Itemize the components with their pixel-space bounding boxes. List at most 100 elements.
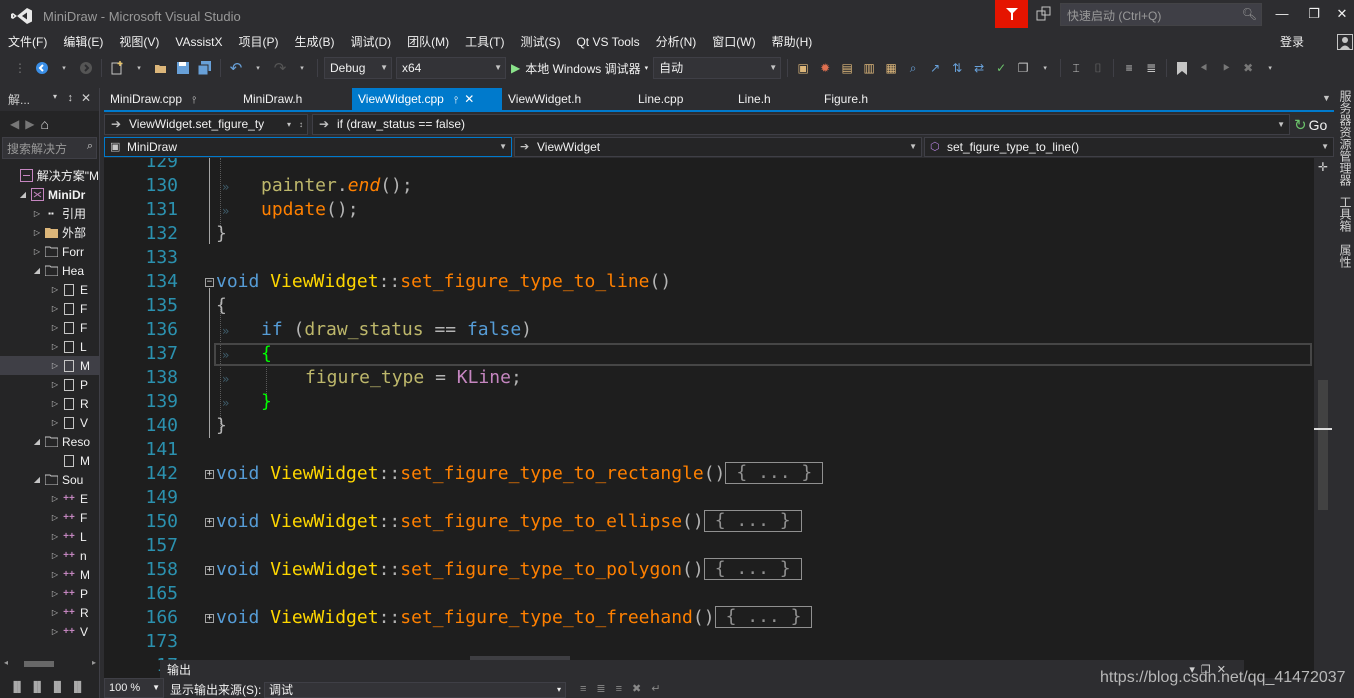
expand-toggle[interactable]: + [205, 566, 214, 575]
expand-toggle[interactable]: + [205, 518, 214, 527]
menu-help[interactable]: 帮助(H) [764, 32, 821, 52]
tab-icon-1[interactable]: ▐▌ [10, 682, 24, 693]
expand-toggle[interactable]: + [205, 614, 214, 623]
scrollbar-thumb[interactable] [1318, 380, 1328, 510]
collapsed-block[interactable]: { ... } [714, 606, 813, 628]
menu-test[interactable]: 测试(S) [512, 32, 568, 52]
collapsed-arrow-icon[interactable]: ▷ [50, 418, 60, 427]
collapse-toggle[interactable]: − [205, 278, 214, 287]
quick-launch-input[interactable]: 快速启动 (Ctrl+Q) 🔍︎ [1060, 3, 1262, 26]
tree-item[interactable]: ▷ E [0, 280, 99, 299]
platform-select[interactable]: x64 ▼ [396, 57, 506, 79]
tab-6[interactable]: Figure.h [818, 88, 938, 110]
collapsed-arrow-icon[interactable]: ▷ [50, 608, 60, 617]
find-icon[interactable]: ▦ [883, 60, 899, 76]
minimize-button[interactable]: — [1270, 4, 1294, 24]
tree-item[interactable]: 解决方案"M [0, 166, 99, 185]
collapsed-arrow-icon[interactable]: ▷ [50, 399, 60, 408]
menu-analyze[interactable]: 分析(N) [648, 32, 705, 52]
context-dropdown[interactable]: ➔ if (draw_status == false) ▼ [312, 114, 1290, 135]
horizontal-scrollbar[interactable]: ◂ ▸ [4, 658, 96, 670]
collapsed-arrow-icon[interactable]: ▷ [50, 532, 60, 541]
run-mode-select[interactable]: 自动 ▼ [653, 57, 782, 79]
toolbar-options-icon[interactable]: ▾ [1262, 60, 1278, 76]
search-symbol-icon[interactable]: ⌕ [905, 60, 921, 76]
folder-icon[interactable]: ▤ [839, 60, 855, 76]
tab-2[interactable]: ViewWidget.cpp ⫯ ✕ [352, 88, 502, 110]
refactor-icon[interactable]: ⇄ [971, 60, 987, 76]
start-debugging-button[interactable]: ▶ 本地 Windows 调试器 ▾ [511, 60, 648, 77]
find-in-files-icon[interactable]: ▣ [795, 60, 811, 76]
pin-icon[interactable]: ↕ [68, 92, 74, 104]
menu-build[interactable]: 生成(B) [286, 32, 342, 52]
new-dropdown-icon[interactable]: ▾ [131, 60, 147, 76]
tree-item[interactable]: ◢ MiniDr [0, 185, 99, 204]
close-icon[interactable]: ✕ [81, 91, 91, 105]
expanded-arrow-icon[interactable]: ◢ [18, 190, 28, 199]
collapsed-arrow-icon[interactable]: ▷ [32, 247, 42, 256]
collapsed-arrow-icon[interactable]: ▷ [50, 323, 60, 332]
menu-debug[interactable]: 调试(D) [342, 32, 399, 52]
tree-item[interactable]: ◢ Hea [0, 261, 99, 280]
symbol-dropdown[interactable]: ➔ ViewWidget.set_figure_ty ▾ ↕ [104, 114, 308, 135]
uncomment-icon[interactable]: ≣ [1143, 60, 1159, 76]
tree-item[interactable]: ▷ ++ n [0, 546, 99, 565]
close-button[interactable]: ✕ [1330, 4, 1354, 24]
solution-search-input[interactable]: 搜索解决方 ⌕ [2, 137, 97, 159]
bookmark-icon[interactable] [1174, 60, 1190, 76]
collapsed-arrow-icon[interactable]: ▷ [50, 380, 60, 389]
pin-icon[interactable]: ⫯ [454, 95, 458, 106]
tree-item[interactable]: ▷ ++ V [0, 622, 99, 641]
collapsed-arrow-icon[interactable]: ▷ [32, 209, 42, 218]
collapsed-arrow-icon[interactable]: ▷ [50, 551, 60, 560]
scroll-right-icon[interactable]: ▸ [92, 658, 96, 667]
back-icon[interactable] [34, 60, 50, 76]
toggle-disabled-icon[interactable]: ⌷ [1090, 60, 1106, 76]
notifications-icon[interactable] [1036, 6, 1052, 22]
comment-icon[interactable]: ≡ [1121, 60, 1137, 76]
undo-dropdown-icon[interactable]: ▾ [250, 60, 266, 76]
project-dropdown[interactable]: ▣ MiniDraw ▼ [104, 137, 512, 157]
menu-window[interactable]: 窗口(W) [704, 32, 763, 52]
expanded-arrow-icon[interactable]: ◢ [32, 437, 42, 446]
menu-qt-vs-tools[interactable]: Qt VS Tools [568, 32, 647, 52]
menu-edit[interactable]: 编辑(E) [55, 32, 111, 52]
tree-item[interactable]: ▷ 外部 [0, 223, 99, 242]
forward-icon[interactable]: ▶ [25, 117, 34, 131]
tree-item[interactable]: ▷ ++ R [0, 603, 99, 622]
tree-item[interactable]: ▷ L [0, 337, 99, 356]
tree-item[interactable]: ▷ Forr [0, 242, 99, 261]
split-window-icon[interactable]: ✛ [1318, 160, 1328, 174]
files-icon[interactable]: ▥ [861, 60, 877, 76]
go-to-icon[interactable]: ↗ [927, 60, 943, 76]
chevron-down-icon[interactable]: ▾ [53, 92, 57, 101]
output-toolbar-icons[interactable]: ≡≣≡✖↵ [580, 682, 671, 695]
expanded-arrow-icon[interactable]: ◢ [32, 475, 42, 484]
spell-check-icon[interactable]: ✓ [993, 60, 1009, 76]
tree-item[interactable]: ▷ P [0, 375, 99, 394]
scrollbar-thumb[interactable] [24, 661, 54, 667]
tab-1[interactable]: MiniDraw.h [237, 88, 352, 110]
menu-project[interactable]: 项目(P) [230, 32, 286, 52]
open-icon[interactable] [153, 60, 169, 76]
tree-item[interactable]: ▷ R [0, 394, 99, 413]
undo-icon[interactable]: ↶ [228, 60, 244, 77]
more-dropdown-icon[interactable]: ▾ [1037, 60, 1053, 76]
menu-team[interactable]: 团队(M) [399, 32, 457, 52]
server-explorer-tab[interactable]: 服务器资源管理器 [1337, 90, 1354, 186]
collapsed-arrow-icon[interactable]: ▷ [50, 513, 60, 522]
maximize-button[interactable]: ❐ [1302, 4, 1326, 24]
expanded-arrow-icon[interactable]: ◢ [32, 266, 42, 275]
tab-list-dropdown-icon[interactable]: ▼ [1322, 93, 1331, 103]
user-icon[interactable] [1337, 34, 1353, 50]
navigate-icon[interactable]: ⇅ [949, 60, 965, 76]
tab-icon-4[interactable]: ▐▌ [71, 682, 85, 693]
menu-tools[interactable]: 工具(T) [457, 32, 512, 52]
menu-file[interactable]: 文件(F) [0, 32, 55, 52]
login-link[interactable]: 登录 [1280, 33, 1304, 50]
close-icon[interactable]: ✕ [464, 92, 474, 106]
home-icon[interactable]: ⌂ [40, 116, 48, 132]
clear-bookmarks-icon[interactable]: ✖ [1240, 60, 1256, 76]
open-file-icon[interactable]: ❐ [1015, 60, 1031, 76]
class-dropdown[interactable]: ➔ ViewWidget ▼ [514, 137, 922, 157]
